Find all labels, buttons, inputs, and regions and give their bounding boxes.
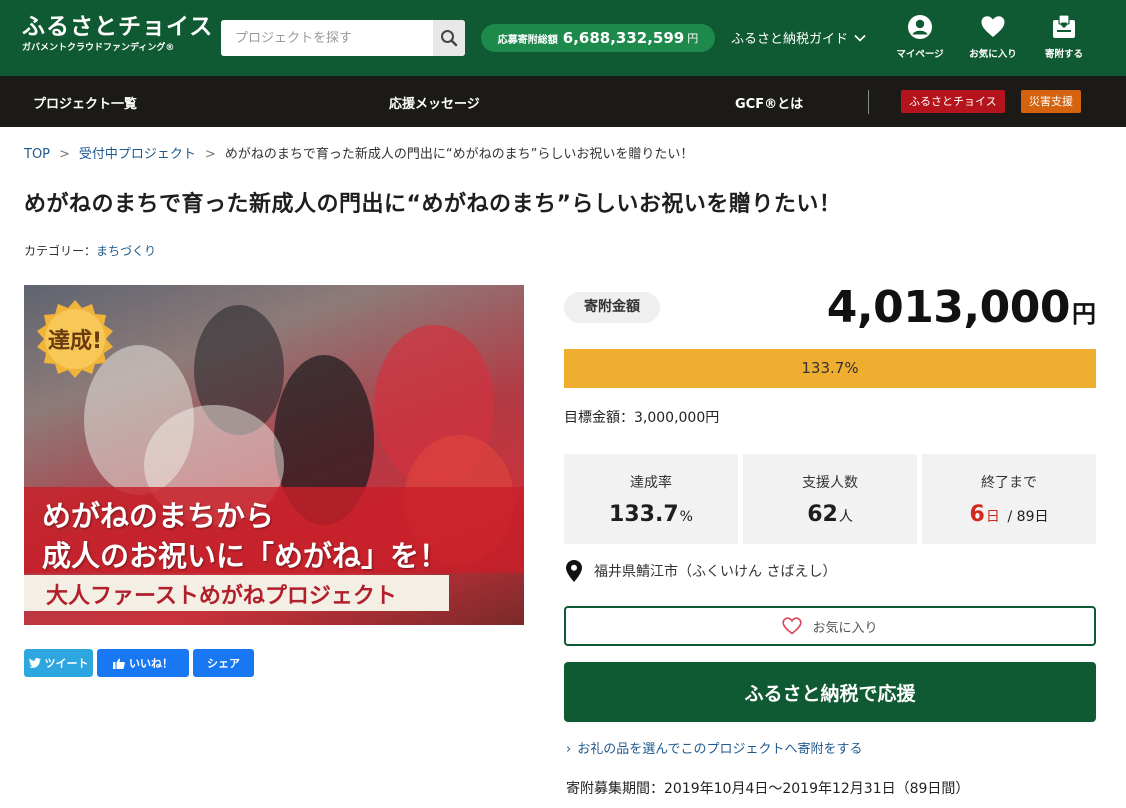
breadcrumb: TOP > 受付中プロジェクト > めがねのまちで育った新成人の門出に“めがねのまち”ら… [24,143,693,162]
chevron-down-icon [854,34,866,42]
nav-badge-furusato-choice[interactable]: ふるさとチョイス [901,90,1005,113]
image-caption-line2: 成人のお祝いに「めがね」を！ [42,539,449,573]
donate-link[interactable]: 寄附する [1031,14,1097,60]
favorite-label: お気に入り [812,620,878,636]
favorites-label: お気に入り [969,49,1017,60]
donation-period: 寄附募集期間：2019年10月4日～2019年12月31日（89日間） [566,781,970,797]
breadcrumb-separator: > [59,147,70,162]
search-box [221,20,465,56]
like-button[interactable]: いいね！ [97,649,189,677]
site-logo[interactable]: ふるさとチョイス ガバメントクラウドファンディング® [22,12,213,54]
stat-supporters-unit: 人 [838,509,853,525]
total-donation-badge: 応募寄附総額 6,688,332,599 円 [481,24,715,52]
progress-percent-text: 133.7% [801,359,859,377]
nav-about-gcf[interactable]: GCF®とは [735,93,803,112]
donate-icon [1053,14,1075,38]
location-text: 福井県鯖江市（ふくいけん さばえし） [594,564,837,580]
nav-project-list[interactable]: プロジェクト一覧 [33,93,137,112]
category-label: カテゴリー： [24,244,97,258]
twitter-bird-icon [28,658,41,668]
stat-remaining-label: 終了まで [981,475,1037,491]
mypage-label: マイページ [896,49,944,60]
donate-label: 寄附する [1044,49,1083,60]
search-icon [441,30,458,47]
like-label: いいね！ [129,657,173,670]
heart-outline-icon [782,617,803,635]
nav-support-messages[interactable]: 応援メッセージ [389,93,480,112]
progress-bar: 133.7% [564,349,1096,388]
stat-remaining-days: 6 [969,502,985,527]
donation-amount-label: 寄附金額 [564,292,660,323]
gift-link-text: お礼の品を選んでこのプロジェクトへ寄附をする [577,742,863,757]
search-button[interactable] [433,20,465,56]
stat-rate-value: 133.7 [609,502,679,527]
total-donation-label: 応募寄附総額 [497,34,558,46]
breadcrumb-accepting-projects[interactable]: 受付中プロジェクト [79,147,196,162]
donation-amount-value: 4,013,000 [826,282,1071,333]
total-donation-value: 6,688,332,599 [562,29,685,47]
favorites-link[interactable]: お気に入り [960,14,1026,60]
tweet-label: ツイート [44,657,89,670]
furusato-guide-menu[interactable]: ふるさと納税ガイド [731,28,866,47]
support-with-furusato-tax-button[interactable]: ふるさと納税で応援 [564,662,1096,722]
achieved-badge-text: 達成! [47,329,103,354]
search-input[interactable] [221,20,433,56]
stat-rate-value-wrap: 133.7% [564,502,738,527]
share-button[interactable]: シェア [193,649,254,677]
person-icon [908,15,932,39]
donation-amount: 4,013,000円 [827,282,1096,333]
breadcrumb-top[interactable]: TOP [24,147,50,162]
mypage-link[interactable]: マイページ [887,14,953,60]
logo-sub-text: ガバメントクラウドファンディング® [22,43,175,53]
map-pin-icon [566,560,582,582]
share-label: シェア [207,657,240,670]
stat-rate-label: 達成率 [630,475,672,491]
add-favorite-button[interactable]: お気に入り [564,606,1096,646]
stat-supporters-value-wrap: 62人 [743,502,917,527]
stat-remaining-value-wrap: 6日 / 89日 [922,502,1096,527]
thumbs-up-icon [113,658,125,669]
logo-main-text: ふるさとチョイス [22,14,214,40]
project-image: 達成! めがねのまちから 成人のお祝いに「めがね」を！ 大人ファーストめがねプロ… [24,285,524,625]
site-header: ふるさとチョイス ガバメントクラウドファンディング® 応募寄附総額 6,688,… [0,0,1126,76]
total-donation-unit: 円 [687,32,699,45]
donation-amount-unit: 円 [1072,300,1096,328]
image-banner-text: 大人ファーストめがねプロジェクト [46,584,397,609]
stat-remaining-unit: 日 [985,509,1000,525]
select-gift-link[interactable]: › お礼の品を選んでこのプロジェクトへ寄附をする [566,738,863,757]
heart-icon [981,16,1005,37]
project-location: 福井県鯖江市（ふくいけん さばえし） [566,560,836,582]
stat-rate-unit: % [679,509,693,525]
stat-supporters: 支援人数 62人 [743,454,917,544]
tweet-button[interactable]: ツイート [24,649,93,677]
target-amount: 目標金額：3,000,000円 [564,410,720,426]
stat-remaining: 終了まで 6日 / 89日 [922,454,1096,544]
stat-remaining-total: / 89日 [1007,509,1049,525]
chevron-right-icon: › [566,742,572,757]
stat-achievement-rate: 達成率 133.7% [564,454,738,544]
stat-supporters-value: 62 [807,502,838,527]
project-category: カテゴリー：まちづくり [24,242,156,259]
nav-badge-disaster-support[interactable]: 災害支援 [1021,90,1081,113]
guide-label: ふるさと納税ガイド [731,32,849,47]
project-title: めがねのまちで育った新成人の門出に“めがねのまち”らしいお祝いを贈りたい！ [24,192,842,217]
category-link[interactable]: まちづくり [96,244,156,258]
stat-supporters-label: 支援人数 [802,475,858,491]
main-nav: プロジェクト一覧 応援メッセージ GCF®とは ふるさとチョイス 災害支援 [0,76,1126,127]
image-caption-line1: めがねのまちから [42,499,275,533]
nav-divider [868,90,869,114]
breadcrumb-current: めがねのまちで育った新成人の門出に“めがねのまち”らしいお祝いを贈りたい！ [224,147,694,162]
breadcrumb-separator: > [204,147,216,162]
